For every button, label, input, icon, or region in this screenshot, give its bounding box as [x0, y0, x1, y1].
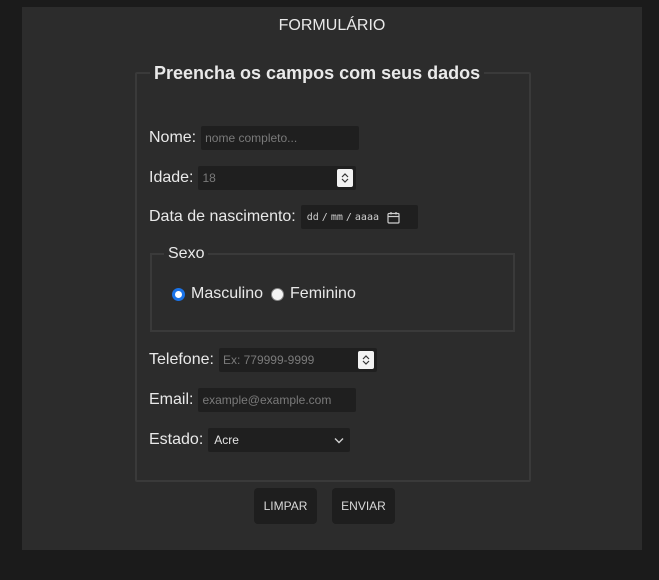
telefone-row: Telefone: Ex: 779999-9999 — [149, 348, 377, 372]
telefone-spinner[interactable] — [357, 351, 374, 369]
email-row: Email: example@example.com — [149, 388, 357, 412]
nascimento-row: Data de nascimento: dd / mm / aaaa — [149, 205, 418, 229]
radio-feminino[interactable] — [271, 287, 285, 301]
nascimento-input[interactable]: dd / mm / aaaa — [300, 205, 418, 229]
date-separator: / — [345, 211, 352, 223]
page-title: FORMULÁRIO — [278, 17, 386, 34]
submit-button[interactable]: ENVIAR — [332, 488, 395, 524]
chevron-down-icon — [342, 178, 349, 183]
idade-placeholder: 18 — [202, 171, 216, 185]
clear-button[interactable]: LIMPAR — [254, 488, 317, 524]
form-panel: FORMULÁRIO Preencha os campos com seus d… — [22, 7, 642, 550]
date-year: aaaa — [354, 211, 379, 223]
form-legend: Preencha os campos com seus dados — [150, 63, 485, 84]
email-placeholder: example@example.com — [202, 393, 332, 407]
date-day: dd — [306, 211, 319, 223]
sexo-options: Masculino Feminino — [172, 285, 364, 303]
nome-row: Nome: nome completo... — [149, 126, 360, 150]
email-input[interactable]: example@example.com — [198, 388, 357, 412]
idade-row: Idade: 18 — [149, 166, 357, 190]
email-label: Email: — [149, 391, 194, 408]
sexo-legend: Sexo — [164, 245, 209, 263]
date-separator: / — [321, 211, 328, 223]
chevron-down-icon — [334, 437, 344, 443]
radio-feminino-label[interactable]: Feminino — [290, 285, 356, 303]
estado-select[interactable]: Acre — [208, 428, 351, 452]
radio-masculino[interactable] — [172, 287, 185, 301]
telefone-placeholder: Ex: 779999-9999 — [222, 353, 315, 367]
idade-spinner[interactable] — [337, 169, 354, 187]
date-month: mm — [330, 211, 343, 223]
nome-input[interactable]: nome completo... — [201, 126, 360, 150]
idade-input[interactable]: 18 — [198, 166, 357, 190]
estado-selected: Acre — [214, 433, 239, 447]
nome-label: Nome: — [149, 129, 197, 146]
estado-row: Estado: Acre — [149, 428, 351, 452]
nascimento-label: Data de nascimento: — [149, 208, 296, 225]
telefone-input[interactable]: Ex: 779999-9999 — [218, 348, 377, 372]
idade-label: Idade: — [149, 169, 194, 186]
calendar-icon[interactable] — [387, 211, 400, 224]
estado-label: Estado: — [149, 431, 204, 448]
telefone-label: Telefone: — [149, 351, 214, 368]
chevron-down-icon — [362, 360, 370, 365]
nome-placeholder: nome completo... — [205, 131, 298, 145]
radio-masculino-label[interactable]: Masculino — [191, 285, 263, 303]
